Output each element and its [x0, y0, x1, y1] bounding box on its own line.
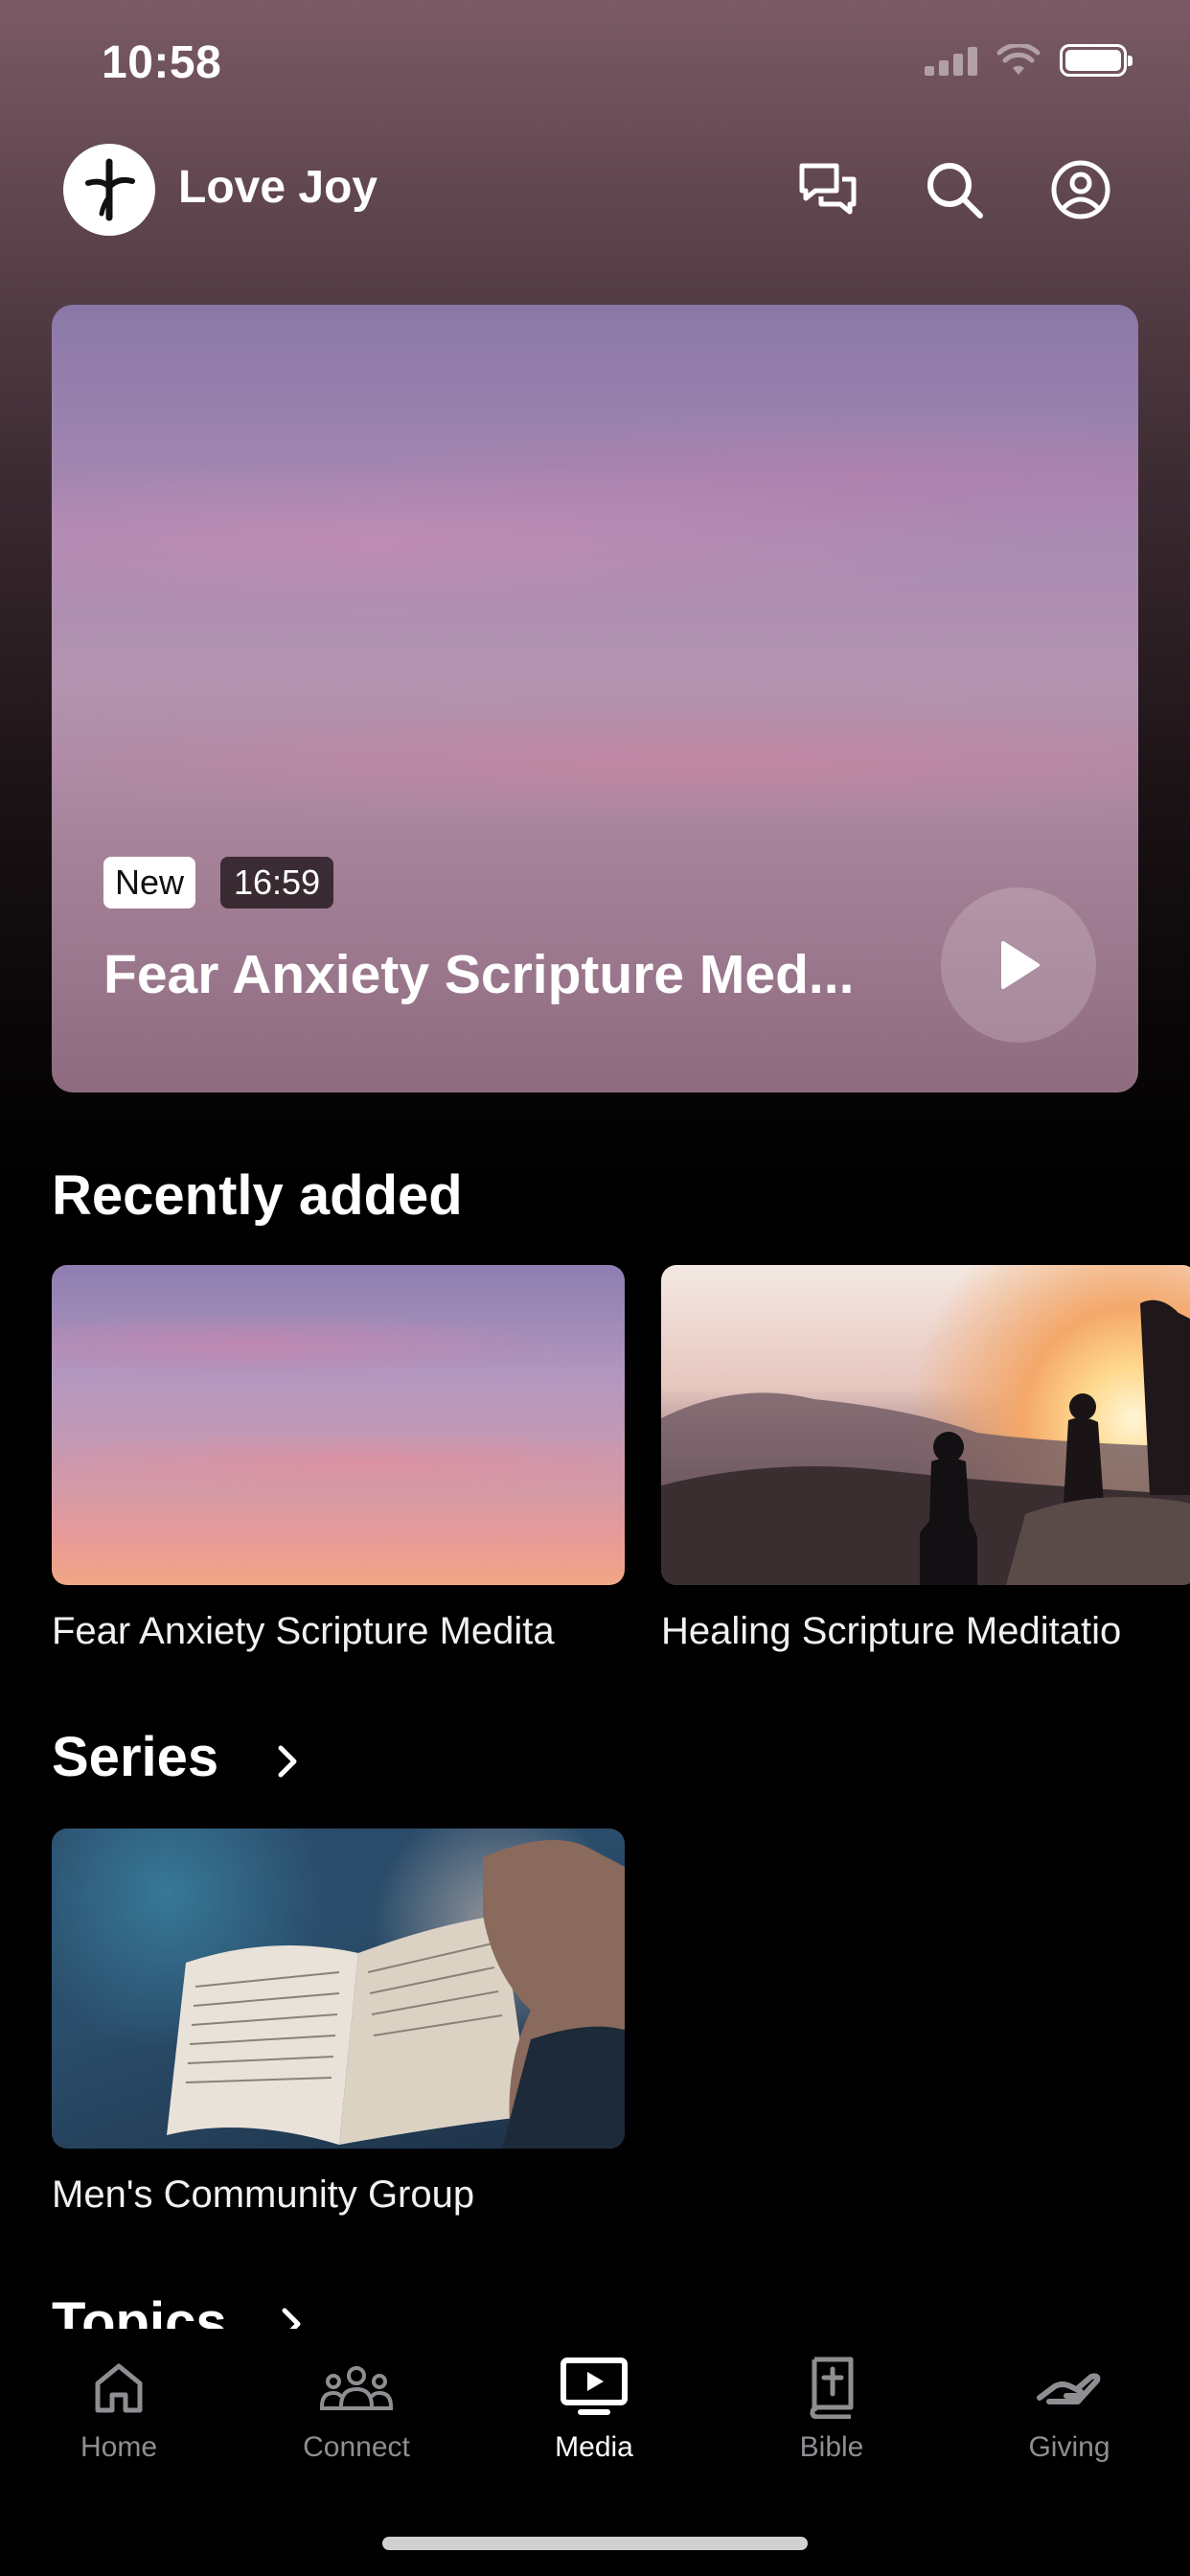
- media-title[interactable]: Healing Scripture Meditatio: [661, 1610, 1190, 1653]
- new-badge: New: [103, 857, 196, 908]
- tab-media[interactable]: Media: [489, 2353, 699, 2464]
- play-button[interactable]: [941, 887, 1096, 1043]
- search-button[interactable]: [918, 153, 991, 226]
- bible-icon: [810, 2357, 854, 2419]
- cellular-signal-icon: [925, 45, 977, 76]
- sunset-photo-illustration: [661, 1300, 1190, 1585]
- recently-added-title: Recently added: [52, 1164, 463, 1227]
- series-item-title[interactable]: Men's Community Group: [52, 2174, 625, 2217]
- tab-connect[interactable]: Connect: [251, 2353, 462, 2464]
- media-title[interactable]: Fear Anxiety Scripture Medita: [52, 1610, 625, 1653]
- user-circle-icon: [1051, 160, 1110, 219]
- tv-play-icon: [561, 2358, 628, 2415]
- tab-label: Bible: [799, 2431, 864, 2463]
- app-title: Love Joy: [178, 162, 378, 213]
- tab-home[interactable]: Home: [13, 2353, 224, 2464]
- tab-label: Home: [80, 2431, 158, 2463]
- messages-button[interactable]: [791, 153, 864, 226]
- status-time: 10:58: [102, 37, 222, 88]
- people-icon: [320, 2366, 393, 2410]
- series-thumbnail[interactable]: [52, 1828, 625, 2149]
- chat-bubbles-icon: [799, 163, 857, 215]
- media-thumbnail[interactable]: [661, 1265, 1190, 1585]
- tab-label: Connect: [303, 2431, 410, 2463]
- tab-giving[interactable]: Giving: [964, 2353, 1175, 2464]
- church-logo[interactable]: [63, 144, 155, 236]
- profile-button[interactable]: [1044, 153, 1117, 226]
- status-icons: [925, 44, 1133, 77]
- bible-photo-illustration: [167, 1840, 625, 2149]
- chevron-right-icon[interactable]: [268, 1742, 307, 1781]
- giving-icon: [1037, 2373, 1101, 2404]
- tab-bible[interactable]: Bible: [726, 2353, 937, 2464]
- media-thumbnail[interactable]: [52, 1265, 625, 1585]
- home-indicator[interactable]: [382, 2537, 808, 2550]
- home-icon: [95, 2363, 143, 2413]
- series-title[interactable]: Series: [52, 1725, 218, 1789]
- search-icon: [927, 163, 983, 218]
- play-icon: [1001, 941, 1040, 989]
- tab-label: Media: [555, 2431, 633, 2463]
- featured-media-card[interactable]: New 16:59 Fear Anxiety Scripture Med...: [52, 305, 1138, 1092]
- cross-icon: [85, 158, 135, 221]
- tab-label: Giving: [1028, 2431, 1110, 2463]
- featured-title: Fear Anxiety Scripture Med...: [103, 944, 855, 1005]
- duration-badge: 16:59: [220, 857, 334, 908]
- battery-icon: [1060, 44, 1133, 77]
- wifi-icon: [996, 44, 1041, 75]
